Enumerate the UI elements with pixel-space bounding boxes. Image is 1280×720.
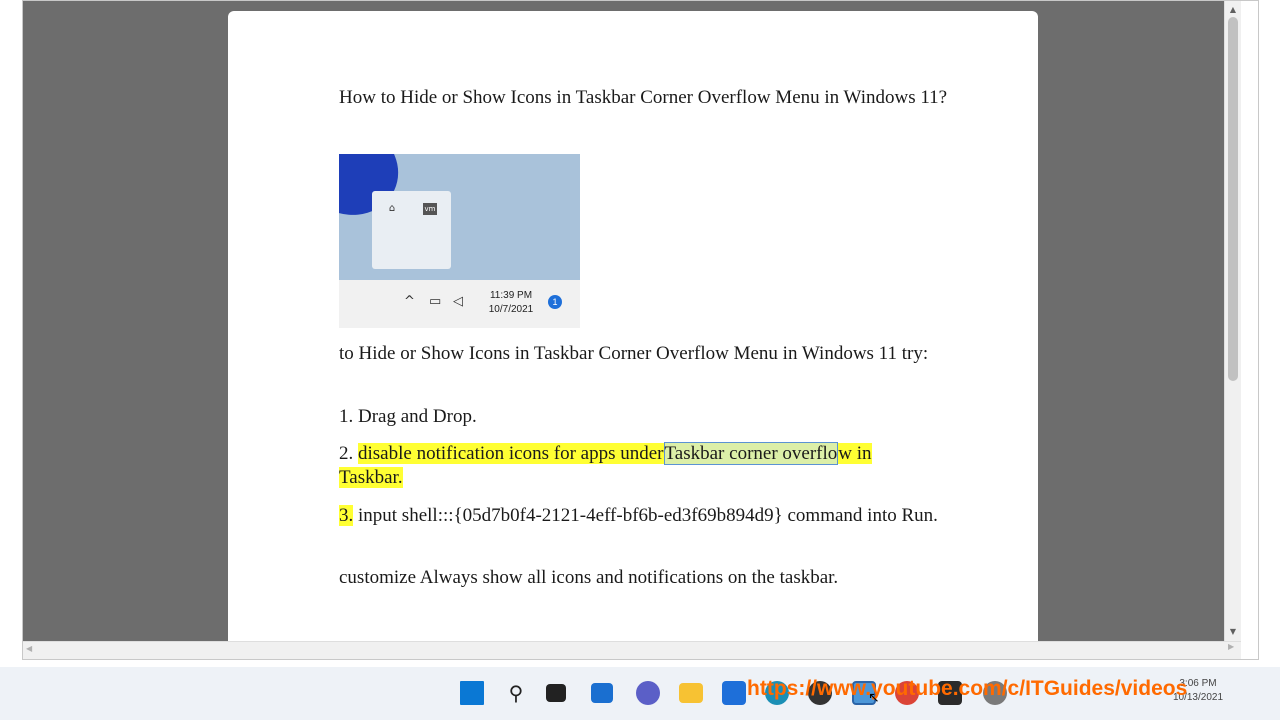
image-clock: 11:39 PM 10/7/2021 xyxy=(481,289,541,317)
step-4: customize Always show all icons and noti… xyxy=(339,567,839,588)
scroll-right-icon[interactable]: ▶ xyxy=(1228,642,1234,651)
file-explorer-icon[interactable] xyxy=(679,683,703,703)
horizontal-scrollbar[interactable]: ◀ xyxy=(23,641,1241,659)
step-2-selection[interactable]: Taskbar corner overflo xyxy=(663,442,839,465)
doc-title: How to Hide or Show Icons in Taskbar Cor… xyxy=(339,87,948,108)
step-2-text-c: w in xyxy=(838,443,872,464)
scroll-left-icon[interactable]: ◀ xyxy=(26,644,32,653)
screenshot-image: ⌂ vm ^ ▭ ◁ 11:39 PM 10/7/2021 1 xyxy=(339,154,580,328)
task-view-icon[interactable] xyxy=(546,684,566,702)
chat-icon[interactable] xyxy=(636,681,660,705)
step-3-number: 3. xyxy=(339,505,354,526)
scroll-up-icon[interactable]: ▲ xyxy=(1225,3,1241,17)
document-viewport[interactable]: How to Hide or Show Icons in Taskbar Cor… xyxy=(23,1,1241,641)
image-time: 11:39 PM xyxy=(489,290,533,301)
scrollbar-thumb[interactable] xyxy=(1228,17,1238,381)
vertical-scrollbar[interactable]: ▲ ▼ xyxy=(1224,1,1241,641)
step-3-text: input shell:::{05d7b0f4-2121-4eff-bf6b-e… xyxy=(358,505,938,526)
step-3: 3. input shell:::{05d7b0f4-2121-4eff-bf6… xyxy=(339,504,979,528)
image-date: 10/7/2021 xyxy=(488,304,534,315)
volume-icon: ◁ xyxy=(453,294,463,309)
usb-icon: ⌂ xyxy=(388,203,396,214)
microsoft-store-icon[interactable] xyxy=(722,681,746,705)
vmware-icon: vm xyxy=(423,203,437,215)
search-icon[interactable]: ⚲ xyxy=(504,681,528,705)
document-page: How to Hide or Show Icons in Taskbar Cor… xyxy=(228,11,1038,641)
chevron-up-icon: ^ xyxy=(404,294,415,309)
overflow-flyout: ⌂ vm xyxy=(372,191,451,269)
image-taskbar: ^ ▭ ◁ 11:39 PM 10/7/2021 1 xyxy=(339,280,580,328)
widgets-icon[interactable] xyxy=(591,683,613,703)
intro-text: to Hide or Show Icons in Taskbar Corner … xyxy=(339,343,929,364)
notification-badge: 1 xyxy=(548,295,562,309)
windows-start-icon[interactable] xyxy=(460,681,484,705)
desktop-background: ⌂ vm xyxy=(339,154,580,280)
step-2: 2. disable notification icons for apps u… xyxy=(339,442,979,490)
step-2-text-a: disable notification icons for apps unde… xyxy=(358,443,664,464)
channel-watermark: https://www.youtube.com/c/ITGuides/video… xyxy=(747,677,1188,700)
step-2-number: 2. xyxy=(339,443,354,464)
document-viewer-window: How to Hide or Show Icons in Taskbar Cor… xyxy=(22,0,1259,660)
network-icon: ▭ xyxy=(429,294,442,309)
mouse-cursor-icon: ↖ xyxy=(868,690,880,706)
scroll-down-icon[interactable]: ▼ xyxy=(1225,625,1241,639)
step-1: 1. Drag and Drop. xyxy=(339,406,477,427)
step-2-text-d: Taskbar. xyxy=(339,467,403,488)
